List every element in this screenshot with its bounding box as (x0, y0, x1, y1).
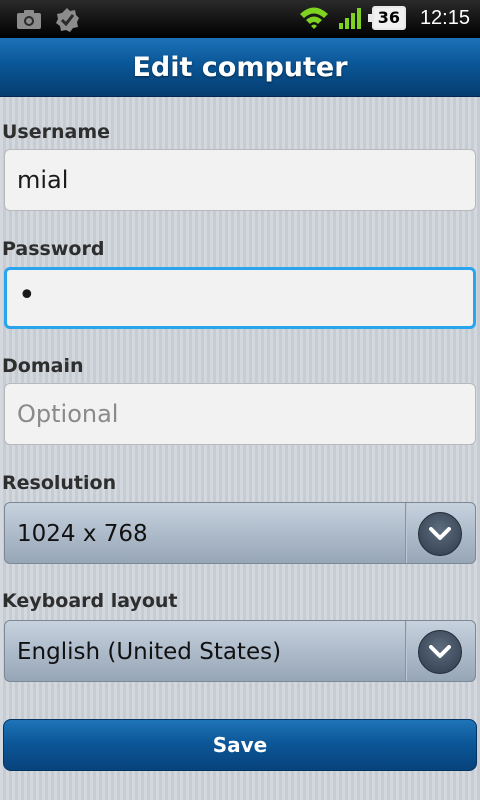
chevron-down-icon[interactable] (418, 630, 462, 674)
keyboard-layout-value: English (United States) (17, 639, 282, 665)
username-label: Username (2, 121, 111, 143)
domain-field[interactable]: Optional (4, 383, 476, 445)
chevron-down-icon[interactable] (418, 512, 462, 556)
title-bar: Edit computer (0, 38, 480, 97)
resolution-value: 1024 x 768 (17, 521, 148, 547)
username-field[interactable]: mial (4, 149, 476, 211)
password-field[interactable]: • (4, 267, 476, 329)
keyboard-layout-select[interactable]: English (United States) (4, 620, 476, 682)
resolution-label: Resolution (2, 472, 117, 494)
save-button[interactable]: Save (3, 719, 477, 771)
page-title: Edit computer (132, 52, 348, 83)
wifi-icon (298, 5, 330, 31)
status-bar: 36 12:15 (0, 0, 480, 38)
select-divider (405, 621, 407, 681)
clock: 12:15 (419, 6, 470, 29)
signal-icon (338, 6, 364, 30)
checkmark-badge-icon (54, 7, 80, 33)
password-mask: • (18, 278, 36, 313)
resolution-select[interactable]: 1024 x 768 (4, 502, 476, 564)
keyboard-layout-label: Keyboard layout (2, 590, 178, 612)
select-divider (405, 503, 407, 563)
camera-icon (16, 7, 42, 33)
battery-icon: 36 (367, 6, 406, 30)
password-label: Password (2, 238, 105, 260)
domain-label: Domain (2, 355, 84, 377)
